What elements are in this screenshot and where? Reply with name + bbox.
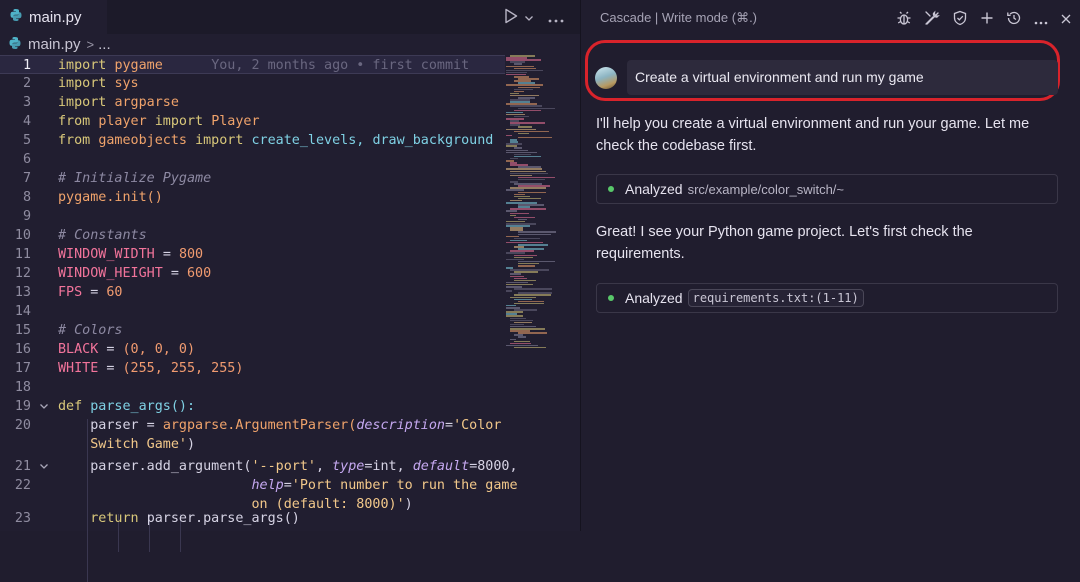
analyzed-label: Analyzed [625, 290, 683, 306]
code-editor[interactable]: main.py main.py > ... 1 import pygame Yo… [0, 0, 580, 582]
code-line: 12 WINDOW_HEIGHT = 600 [14, 266, 212, 281]
code-line: 5 from gameobjects import create_levels,… [22, 133, 494, 148]
user-message-text: Create a virtual environment and run my … [627, 60, 1058, 95]
code-line: 23 return parser.parse_args() [14, 511, 300, 526]
code-line: 18 [14, 380, 31, 395]
analyzed-step[interactable]: Analyzed requirements.txt:(1-11) [596, 283, 1058, 313]
status-dot-icon [608, 186, 614, 192]
code-line: 13 FPS = 60 [14, 285, 123, 300]
history-icon[interactable] [1006, 10, 1022, 31]
python-file-icon [9, 8, 23, 27]
breadcrumb-separator: > [86, 37, 95, 52]
code-line: 21 parser.add_argument('--port', type=in… [14, 459, 518, 475]
code-line: 1 import pygame You, 2 months ago • firs… [0, 55, 505, 74]
python-file-icon [8, 36, 22, 54]
code-line: 2 import sys [22, 76, 139, 91]
tab-bar: main.py [0, 0, 580, 34]
minimap[interactable] [506, 55, 574, 355]
avatar [595, 67, 617, 89]
code-line: 9 [22, 209, 31, 224]
code-line: 22 help='Port number to run the game [14, 478, 518, 493]
code-line: Switch Game') [90, 437, 196, 452]
code-line: 10 # Constants [14, 228, 147, 243]
chevron-down-icon[interactable] [524, 10, 534, 28]
breadcrumb-ellipsis[interactable]: ... [98, 36, 111, 53]
code-line: 8 pygame.init() [22, 190, 163, 205]
fold-chevron-icon[interactable] [39, 400, 49, 415]
shield-icon[interactable] [952, 10, 968, 31]
code-line: 16 BLACK = (0, 0, 0) [14, 342, 196, 357]
tab-main-py[interactable]: main.py [0, 0, 107, 34]
code-line: 15 # Colors [14, 323, 123, 338]
assistant-message: Great! I see your Python game project. L… [596, 224, 973, 262]
assistant-message: I'll help you create a virtual environme… [596, 116, 1030, 154]
fold-chevron-icon[interactable] [39, 460, 49, 475]
breadcrumb: main.py > ... [0, 34, 580, 55]
code-line: 3 import argparse [22, 95, 179, 110]
tab-label: main.py [29, 8, 82, 26]
status-dot-icon [608, 295, 614, 301]
more-icon[interactable] [1034, 12, 1048, 30]
code-line: 14 [14, 304, 31, 319]
analyzed-path[interactable]: src/example/color_switch/~ [688, 182, 844, 197]
analyzed-label: Analyzed [625, 181, 683, 197]
code-line: 19 def parse_args(): [14, 399, 196, 415]
breadcrumb-file[interactable]: main.py [28, 36, 81, 53]
run-icon[interactable] [504, 8, 518, 29]
more-icon[interactable] [548, 10, 564, 28]
code-line: 11 WINDOW_WIDTH = 800 [14, 247, 204, 262]
plus-icon[interactable] [980, 11, 994, 30]
close-icon[interactable] [1060, 12, 1072, 30]
file-reference-chip[interactable]: requirements.txt:(1-11) [687, 289, 864, 307]
panel-title: Cascade | Write mode (⌘.) [600, 10, 758, 25]
code-line: 6 [22, 152, 31, 167]
git-blame-annotation: You, 2 months ago • first commit [211, 58, 470, 73]
analyzed-step[interactable]: Analyzed src/example/color_switch/~ [596, 174, 1058, 204]
code-line: 4 from player import Player [22, 114, 260, 129]
cascade-panel: Cascade | Write mode (⌘.) Create a virtu… [581, 0, 1080, 531]
code-line: 17 WHITE = (255, 255, 255) [14, 361, 244, 376]
code-line: 7 # Initialize Pygame [22, 171, 212, 186]
tools-icon[interactable] [924, 10, 940, 31]
code-line: 20 parser = argparse.ArgumentParser(desc… [14, 418, 502, 433]
bug-icon[interactable] [896, 10, 912, 31]
user-message: Create a virtual environment and run my … [595, 60, 1060, 96]
